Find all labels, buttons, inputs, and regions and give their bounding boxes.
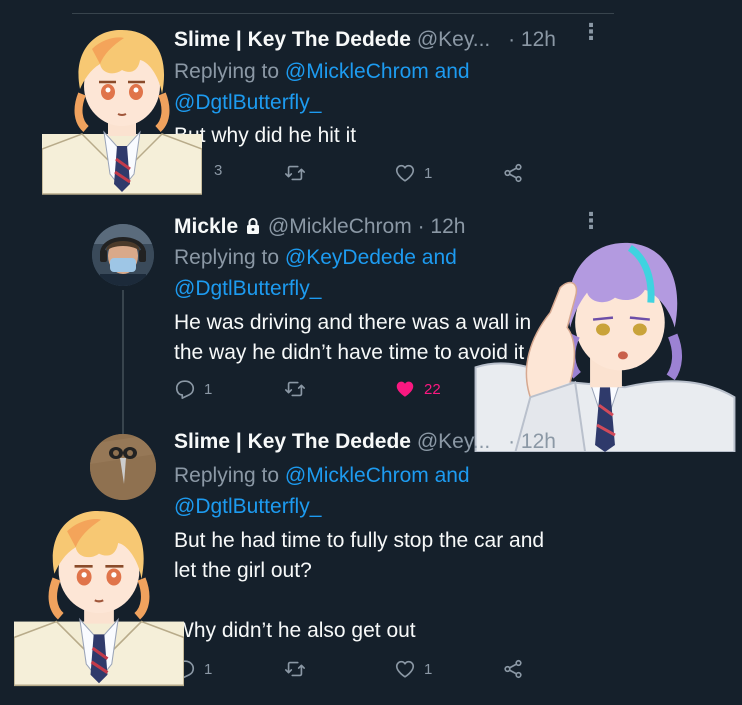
timestamp[interactable]: · 12h (418, 215, 466, 238)
tweet-actions: 3 1 (174, 162, 534, 188)
anime-character-sticker (14, 490, 184, 700)
timestamp[interactable]: · 12h (508, 430, 556, 453)
replying-prefix: Replying to (174, 246, 280, 269)
user-handle[interactable]: @MickleChrom (268, 215, 412, 238)
reply-count: 3 (214, 162, 223, 179)
like-icon (394, 162, 416, 184)
retweet-icon (284, 162, 306, 184)
like-count: 22 (424, 380, 441, 398)
anime-character-sticker (42, 14, 202, 204)
more-icon[interactable]: ⋮ (580, 21, 602, 43)
like-button[interactable]: 1 (394, 162, 432, 184)
retweet-icon (284, 658, 306, 680)
retweet-button[interactable] (284, 378, 306, 400)
tweet-header: Slime | Key The Dedede @Key... · 12h (174, 28, 556, 52)
reply-count: 1 (204, 660, 213, 678)
retweet-button[interactable] (284, 658, 306, 680)
user-handle[interactable]: @Key... (417, 28, 490, 51)
replying-prefix: Replying to (174, 464, 280, 487)
like-button[interactable]: 1 (394, 658, 432, 680)
reply-button[interactable]: 1 (174, 378, 212, 400)
mention-link[interactable]: @MickleChrom and (285, 464, 470, 487)
mention-link[interactable]: @MickleChrom and (285, 60, 470, 83)
like-button[interactable]: 22 (394, 378, 441, 400)
tweet-text: But he had time to fully stop the car an… (174, 529, 545, 642)
reply-icon (174, 378, 196, 400)
share-button[interactable] (502, 658, 524, 680)
tweet-actions: 1 1 (174, 658, 534, 684)
tweet-header: Mickle @MickleChrom · 12h (174, 215, 465, 239)
display-name[interactable]: Slime | Key The Dedede (174, 430, 411, 453)
like-count: 1 (424, 164, 433, 182)
mention-link[interactable]: @DgtlButterfly_ (174, 277, 321, 300)
reply-count: 1 (204, 380, 213, 398)
tweet-header: Slime | Key The Dedede @Key... · 12h (174, 430, 556, 454)
timestamp[interactable]: · 12h (508, 28, 556, 51)
share-icon (502, 162, 524, 184)
replying-to: Replying to @MickleChrom and @DgtlButter… (174, 56, 470, 118)
like-count: 1 (424, 660, 433, 678)
mention-link[interactable]: @KeyDedede and (285, 246, 457, 269)
display-name[interactable]: Slime | Key The Dedede (174, 28, 411, 51)
user-handle[interactable]: @Key... (417, 430, 490, 453)
retweet-icon (284, 378, 306, 400)
lock-icon (247, 218, 260, 234)
anime-character-sticker (474, 218, 736, 452)
share-icon (502, 658, 524, 680)
share-button[interactable] (502, 162, 524, 184)
mention-link[interactable]: @DgtlButterfly_ (174, 495, 321, 518)
replying-to: Replying to @KeyDedede and @DgtlButterfl… (174, 242, 457, 304)
like-icon (394, 378, 416, 400)
replying-to: Replying to @MickleChrom and @DgtlButter… (174, 460, 470, 522)
like-icon (394, 658, 416, 680)
display-name[interactable]: Mickle (174, 215, 238, 238)
retweet-button[interactable] (284, 162, 306, 184)
